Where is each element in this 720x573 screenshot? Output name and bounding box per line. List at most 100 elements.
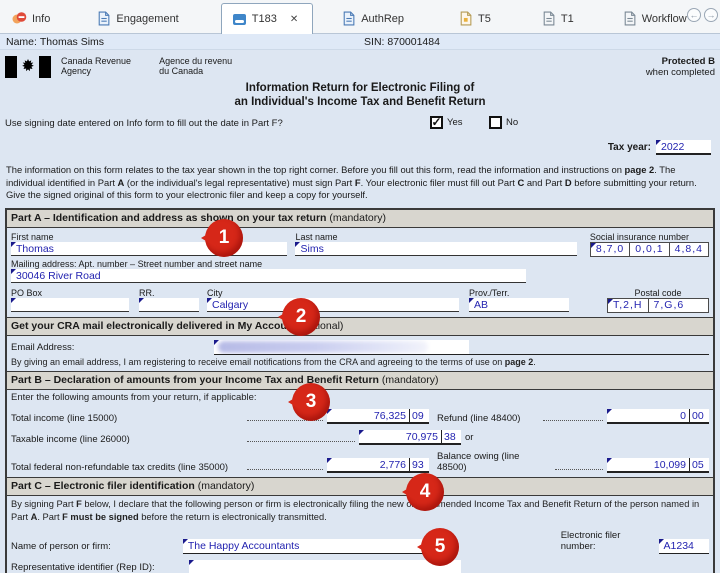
part-a-body: First name Thomas Last name Sims Social … bbox=[7, 228, 713, 318]
prov-field[interactable]: AB bbox=[469, 298, 569, 312]
sin-label: SIN: bbox=[364, 36, 384, 48]
no-label: No bbox=[506, 117, 518, 128]
amount-row-label: Taxable income (line 26000) bbox=[11, 434, 243, 445]
callout-badge-3: 3 bbox=[292, 383, 330, 421]
yes-checkbox[interactable]: ✓ bbox=[430, 116, 443, 129]
part-c-declaration: By signing Part F below, I declare that … bbox=[11, 498, 709, 523]
part-b-instruction: Enter the following amounts from your re… bbox=[11, 392, 709, 403]
callout-badge-2: 2 bbox=[282, 298, 320, 336]
last-name-label: Last name bbox=[295, 232, 589, 242]
tab-info[interactable]: Info bbox=[2, 5, 64, 33]
first-name-label: First name bbox=[11, 232, 295, 242]
postal-code-label: Postal code bbox=[607, 288, 709, 298]
balance-owing-field[interactable]: 10,09905 bbox=[607, 458, 709, 473]
tab-label: T183 bbox=[252, 13, 277, 25]
mailing-address-field[interactable]: 30046 River Road bbox=[11, 269, 526, 283]
agency-name-fr: Agence du revenudu Canada bbox=[159, 56, 232, 77]
amount-row-label: Balance owing (line 48500) bbox=[429, 451, 551, 473]
tax-year-row: Tax year: 2022 bbox=[5, 140, 711, 155]
efiler-number-field[interactable]: A1234 bbox=[659, 539, 709, 554]
tab-label: Info bbox=[32, 13, 50, 25]
po-box-field[interactable] bbox=[11, 298, 129, 312]
efiler-number-label: Electronic filer number: bbox=[561, 530, 655, 554]
tab-label: AuthRep bbox=[361, 13, 404, 25]
document-icon bbox=[622, 11, 637, 26]
part-c-header: Part C – Electronic filer identification… bbox=[7, 478, 713, 496]
total-income-field[interactable]: 76,32509 bbox=[327, 409, 429, 424]
form-body: Part A – Identification and address as s… bbox=[5, 208, 715, 573]
next-tab-icon[interactable]: → bbox=[704, 8, 718, 22]
rep-id-field[interactable] bbox=[189, 560, 461, 573]
prov-label: Prov./Terr. bbox=[469, 288, 579, 298]
tab-nav: ← → bbox=[687, 8, 718, 22]
taxpayer-bar: Name: Thomas Sims SIN: 870001484 bbox=[0, 34, 720, 50]
part-b-header: Part B – Declaration of amounts from you… bbox=[7, 372, 713, 390]
tax-year-field[interactable]: 2022 bbox=[656, 140, 711, 155]
email-redacted-blur bbox=[218, 341, 428, 353]
sin-field-label: Social insurance number bbox=[590, 232, 709, 242]
sin-field[interactable]: 8,7,0 0,0,1 4,8,4 bbox=[590, 242, 709, 257]
rr-label: RR. bbox=[139, 288, 207, 298]
tab-t183[interactable]: T183 ✕ bbox=[221, 3, 313, 34]
po-box-label: PO Box bbox=[11, 288, 139, 298]
city-field[interactable]: Calgary bbox=[207, 298, 459, 312]
rep-id-label: Representative identifier (Rep ID): bbox=[11, 562, 189, 573]
callout-badge-1: 1 bbox=[205, 219, 243, 257]
last-name-field[interactable]: Sims bbox=[295, 242, 577, 256]
nonrefundable-credits-field[interactable]: 2,77693 bbox=[327, 458, 429, 473]
callout-badge-4: 4 bbox=[406, 473, 444, 511]
signing-date-question-row: Use signing date entered on Info form to… bbox=[5, 118, 715, 134]
document-icon bbox=[341, 11, 356, 26]
city-label: City bbox=[207, 288, 469, 298]
canada-flag-icon bbox=[5, 56, 51, 78]
tab-t5[interactable]: T5 bbox=[448, 5, 505, 33]
cra-mail-header: Get your CRA mail electronically deliver… bbox=[7, 318, 713, 336]
mailing-address-label: Mailing address: Apt. number – Street nu… bbox=[11, 259, 709, 269]
no-checkbox[interactable] bbox=[489, 116, 502, 129]
postal-code-field[interactable]: T,2,H 7,G,6 bbox=[607, 298, 709, 313]
yes-label: Yes bbox=[447, 117, 463, 128]
cra-mail-body: Email Address: By giving an email addres… bbox=[7, 336, 713, 372]
t183-form: Canada RevenueAgency Agence du revenudu … bbox=[0, 50, 720, 573]
tab-label: Workflow bbox=[642, 13, 687, 25]
part-c-body: By signing Part F below, I declare that … bbox=[7, 496, 713, 573]
agency-name-en: Canada RevenueAgency bbox=[61, 56, 131, 77]
app-window: Info Engagement T183 ✕ AuthRep T5 bbox=[0, 0, 720, 573]
first-name-field[interactable]: Thomas bbox=[11, 242, 287, 256]
intro-paragraph: The information on this form relates to … bbox=[6, 164, 714, 203]
taxable-income-field[interactable]: 70,97538 bbox=[359, 430, 461, 445]
refund-field[interactable]: 000 bbox=[607, 409, 709, 424]
document-icon bbox=[541, 11, 556, 26]
close-tab-icon[interactable]: ✕ bbox=[290, 14, 298, 25]
email-field[interactable] bbox=[214, 340, 469, 355]
or-label: or bbox=[461, 432, 477, 445]
document-t5-icon bbox=[458, 11, 473, 26]
part-a-header: Part A – Identification and address as s… bbox=[7, 210, 713, 228]
amount-row-label: Total income (line 15000) bbox=[11, 413, 243, 424]
taxpayer-name: Thomas Sims bbox=[40, 36, 104, 48]
tax-year-label: Tax year: bbox=[608, 142, 651, 153]
firm-name-field[interactable]: The Happy Accountants bbox=[183, 539, 446, 554]
tab-label: Engagement bbox=[116, 13, 178, 25]
signing-date-question: Use signing date entered on Info form to… bbox=[5, 118, 283, 129]
name-label: Name: bbox=[6, 36, 37, 48]
tab-label: T5 bbox=[478, 13, 491, 25]
prev-tab-icon[interactable]: ← bbox=[687, 8, 701, 22]
tab-t1[interactable]: T1 bbox=[531, 5, 588, 33]
tab-authrep[interactable]: AuthRep bbox=[331, 5, 418, 33]
amount-row-label: Refund (line 48400) bbox=[429, 413, 539, 424]
callout-badge-5: 5 bbox=[421, 528, 459, 566]
rr-field[interactable] bbox=[139, 298, 199, 312]
tab-bar: Info Engagement T183 ✕ AuthRep T5 bbox=[0, 0, 720, 34]
part-b-body: Enter the following amounts from your re… bbox=[7, 390, 713, 478]
form-title: Information Return for Electronic Filing… bbox=[5, 81, 715, 110]
tab-engagement[interactable]: Engagement bbox=[86, 5, 192, 33]
checkmark-icon: ✓ bbox=[431, 115, 441, 129]
info-tab-icon bbox=[12, 11, 27, 26]
taxpayer-sin: 870001484 bbox=[387, 36, 440, 48]
amount-row-label: Total federal non-refundable tax credits… bbox=[11, 462, 243, 473]
firm-name-label: Name of person or firm: bbox=[11, 541, 183, 554]
protected-b-label: Protected B when completed bbox=[646, 56, 715, 79]
tab-label: T1 bbox=[561, 13, 574, 25]
email-label: Email Address: bbox=[11, 342, 74, 355]
